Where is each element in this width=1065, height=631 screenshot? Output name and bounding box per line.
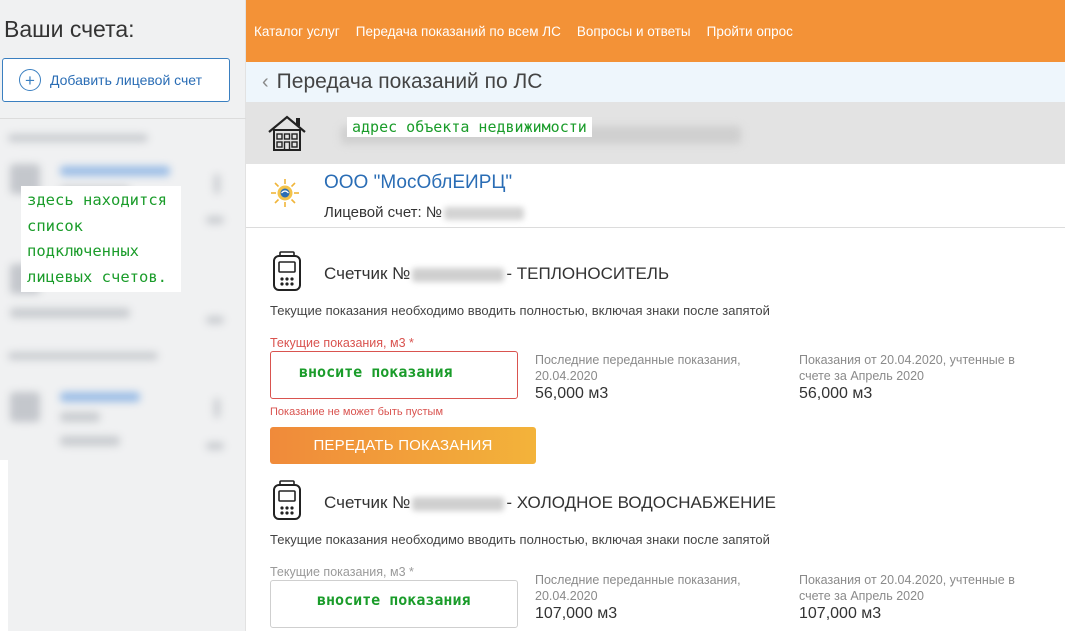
reading-input[interactable]: вносите показания	[270, 351, 518, 399]
address-annotation: адрес объекта недвижимости	[347, 117, 592, 137]
blurred-meter-number	[412, 267, 505, 282]
last-reading-info: Последние переданные показания, 20.04.20…	[535, 352, 765, 403]
provider-name[interactable]: ООО "МосОблЕИРЦ"	[324, 172, 512, 194]
billed-reading-value: 56,000 м3	[799, 385, 873, 402]
reading-input[interactable]: вносите показания	[270, 580, 518, 628]
nav-item-faq[interactable]: Вопросы и ответы	[577, 24, 691, 39]
property-address-bar: адрес объекта недвижимости	[246, 102, 1065, 164]
billed-reading-info: Показания от 20.04.2020, учтенные в счет…	[799, 352, 1029, 403]
billed-reading-label: Показания от 20.04.2020, учтенные в счет…	[799, 353, 1015, 383]
meter-title-suffix: - ТЕПЛОНОСИТЕЛЬ	[506, 264, 670, 283]
blurred-account-number	[443, 206, 524, 220]
reading-field-label: Текущие показания, м3 *	[270, 565, 414, 579]
nav-item-catalog[interactable]: Каталог услуг	[254, 24, 340, 39]
last-reading-label: Последние переданные показания, 20.04.20…	[535, 353, 741, 383]
nav-item-survey[interactable]: Пройти опрос	[707, 24, 793, 39]
submit-reading-button[interactable]: ПЕРЕДАТЬ ПОКАЗАНИЯ	[270, 427, 536, 464]
reading-field-label: Текущие показания, м3 *	[270, 336, 414, 350]
sidebar-divider	[0, 118, 246, 119]
last-reading-value: 107,000 м3	[535, 605, 618, 622]
account-number-label: Лицевой счет: №	[324, 204, 442, 221]
reading-input-annotation: вносите показания	[299, 363, 453, 381]
account-number-line: Лицевой счет: №	[324, 204, 524, 221]
provider-block: ООО "МосОблЕИРЦ" Лицевой счет: №	[246, 164, 1065, 228]
reading-error-message: Показание не может быть пустым	[270, 406, 444, 418]
mosoblercz-logo-icon	[271, 179, 299, 207]
meter-title-suffix: - ХОЛОДНОЕ ВОДОСНАБЖЕНИЕ	[506, 493, 776, 512]
meter-title: Счетчик № - ХОЛОДНОЕ ВОДОСНАБЖЕНИЕ	[324, 493, 776, 513]
last-reading-value: 56,000 м3	[535, 385, 609, 402]
last-reading-info: Последние переданные показания, 20.04.20…	[535, 572, 765, 623]
page-header: ‹ Передача показаний по ЛС	[246, 62, 1065, 102]
plus-circle-icon: +	[19, 69, 41, 91]
meter-title-prefix: Счетчик №	[324, 493, 411, 512]
billed-reading-info: Показания от 20.04.2020, учтенные в счет…	[799, 572, 1029, 623]
add-account-button[interactable]: + Добавить лицевой счет	[2, 58, 230, 102]
meter-icon	[273, 480, 301, 520]
accounts-sidebar: Ваши счета: + Добавить лицевой счет здес…	[0, 0, 246, 631]
last-reading-label: Последние переданные показания, 20.04.20…	[535, 573, 741, 603]
chevron-left-icon[interactable]: ‹	[262, 72, 269, 92]
account-list-annotation: здесь находится список подключенных лице…	[21, 186, 181, 292]
nav-item-all-readings[interactable]: Передача показаний по всем ЛС	[356, 24, 561, 39]
sidebar-title: Ваши счета:	[4, 16, 135, 42]
meter-title-prefix: Счетчик №	[324, 264, 411, 283]
billed-reading-label: Показания от 20.04.2020, учтенные в счет…	[799, 573, 1015, 603]
meter-card-heat: Счетчик № - ТЕПЛОНОСИТЕЛЬ Текущие показан…	[246, 229, 1065, 469]
sidebar-edge	[0, 460, 8, 631]
reading-input-annotation: вносите показания	[317, 591, 471, 609]
blurred-account-list	[0, 124, 246, 464]
input-hint: Текущие показания необходимо вводить пол…	[270, 532, 770, 547]
meter-title: Счетчик № - ТЕПЛОНОСИТЕЛЬ	[324, 264, 669, 284]
meter-icon	[273, 251, 301, 291]
billed-reading-value: 107,000 м3	[799, 605, 882, 622]
meter-card-cold-water: Счетчик № - ХОЛОДНОЕ ВОДОСНАБЖЕНИЕ Текущи…	[246, 469, 1065, 631]
add-account-label: Добавить лицевой счет	[50, 72, 203, 88]
top-navigation: Каталог услуг Передача показаний по всем…	[246, 0, 1065, 62]
input-hint: Текущие показания необходимо вводить пол…	[270, 303, 770, 318]
page-title: Передача показаний по ЛС	[276, 70, 543, 93]
house-icon	[268, 115, 306, 151]
blurred-meter-number	[412, 496, 505, 511]
